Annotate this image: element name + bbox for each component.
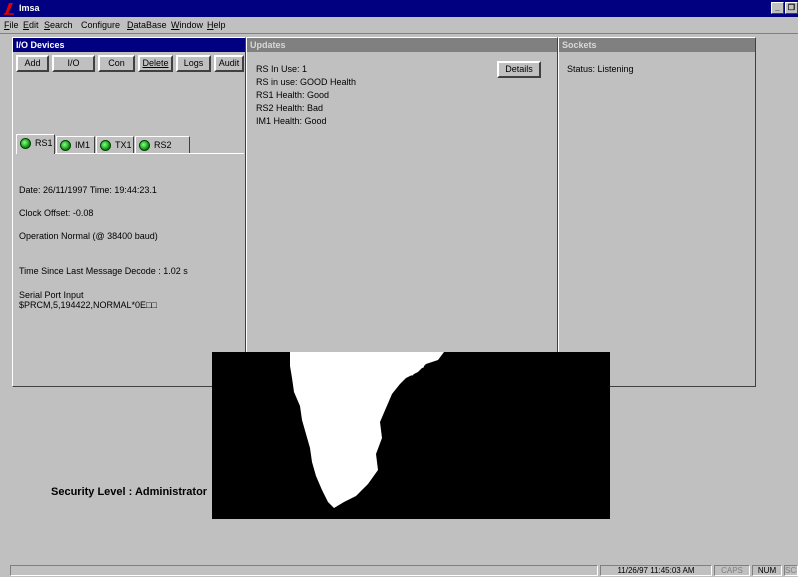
menu-window[interactable]: Window: [171, 20, 203, 30]
tab-tx1[interactable]: TX1: [96, 136, 134, 154]
updates-title: Updates: [247, 38, 557, 52]
restore-button[interactable]: ❐: [785, 2, 798, 14]
update-line: RS in use: GOOD Health: [256, 77, 357, 87]
update-line: RS1 Health: Good: [256, 90, 330, 100]
status-led-icon: [100, 140, 111, 151]
window-title: Imsa: [19, 3, 40, 13]
status-message-pane: [10, 565, 598, 576]
menu-help[interactable]: Help: [207, 20, 226, 30]
imsa-logo-icon: [4, 3, 14, 15]
update-line: RS2 Health: Bad: [256, 103, 324, 113]
status-led-icon: [60, 140, 71, 151]
tab-rs2[interactable]: RS2: [135, 136, 190, 154]
status-led-icon: [20, 138, 31, 149]
minimize-button[interactable]: _: [771, 2, 784, 14]
sockets-window[interactable]: Sockets Status: Listening: [558, 37, 756, 387]
restore-icon: ❐: [787, 3, 796, 12]
updates-window[interactable]: Updates Details RS In Use: 1 RS in use: …: [246, 37, 558, 387]
date-time-text: Date: 26/11/1997 Time: 19:44:23.1: [19, 185, 157, 195]
map-image: [212, 352, 610, 519]
update-line: IM1 Health: Good: [256, 116, 327, 126]
menu-search[interactable]: Search: [44, 20, 73, 30]
peninsula-shape: [290, 352, 444, 508]
menu-database[interactable]: DataBase: [127, 20, 167, 30]
con-button[interactable]: Con: [98, 55, 135, 72]
details-button[interactable]: Details: [497, 61, 541, 78]
menu-bar: File Edit Search Configure DataBase Wind…: [0, 17, 798, 34]
status-bar: 11/26/97 11:45:03 AM CAPS NUM SCRL: [0, 564, 798, 577]
status-led-icon: [139, 140, 150, 151]
io-button[interactable]: I/O: [52, 55, 95, 72]
logs-button[interactable]: Logs: [176, 55, 211, 72]
delete-button[interactable]: Delete: [138, 55, 173, 72]
sockets-title: Sockets: [559, 38, 755, 52]
serial-port-value: $PRCM,5,194422,NORMAL*0E□□: [19, 300, 157, 310]
menu-configure[interactable]: Configure: [81, 20, 120, 30]
security-level-text: Security Level : Administrator: [51, 486, 208, 498]
tab-rs1[interactable]: RS1: [16, 134, 55, 154]
status-datetime: 11/26/97 11:45:03 AM: [600, 565, 712, 576]
serial-port-label: Serial Port Input: [19, 290, 84, 300]
menu-edit[interactable]: Edit: [23, 20, 39, 30]
sockets-status-text: Status: Listening: [567, 64, 634, 74]
io-devices-window[interactable]: I/O Devices Add I/O Con Delete Logs Audi…: [12, 37, 246, 387]
tab-im1[interactable]: IM1: [56, 136, 95, 154]
audit-button[interactable]: Audit: [214, 55, 244, 72]
add-button[interactable]: Add: [16, 55, 49, 72]
minimize-icon: _: [775, 3, 780, 12]
io-devices-title: I/O Devices: [13, 38, 245, 52]
scrl-indicator: SCRL: [784, 565, 798, 576]
num-indicator: NUM: [752, 565, 782, 576]
title-bar: Imsa _ ❐: [0, 0, 798, 17]
operation-status-text: Operation Normal (@ 38400 baud): [19, 231, 158, 241]
update-line: RS In Use: 1: [256, 64, 308, 74]
menu-file[interactable]: File: [4, 20, 19, 30]
caps-indicator: CAPS: [714, 565, 750, 576]
time-since-decode-text: Time Since Last Message Decode : 1.02 s: [19, 266, 188, 276]
clock-offset-text: Clock Offset: -0.08: [19, 208, 94, 218]
